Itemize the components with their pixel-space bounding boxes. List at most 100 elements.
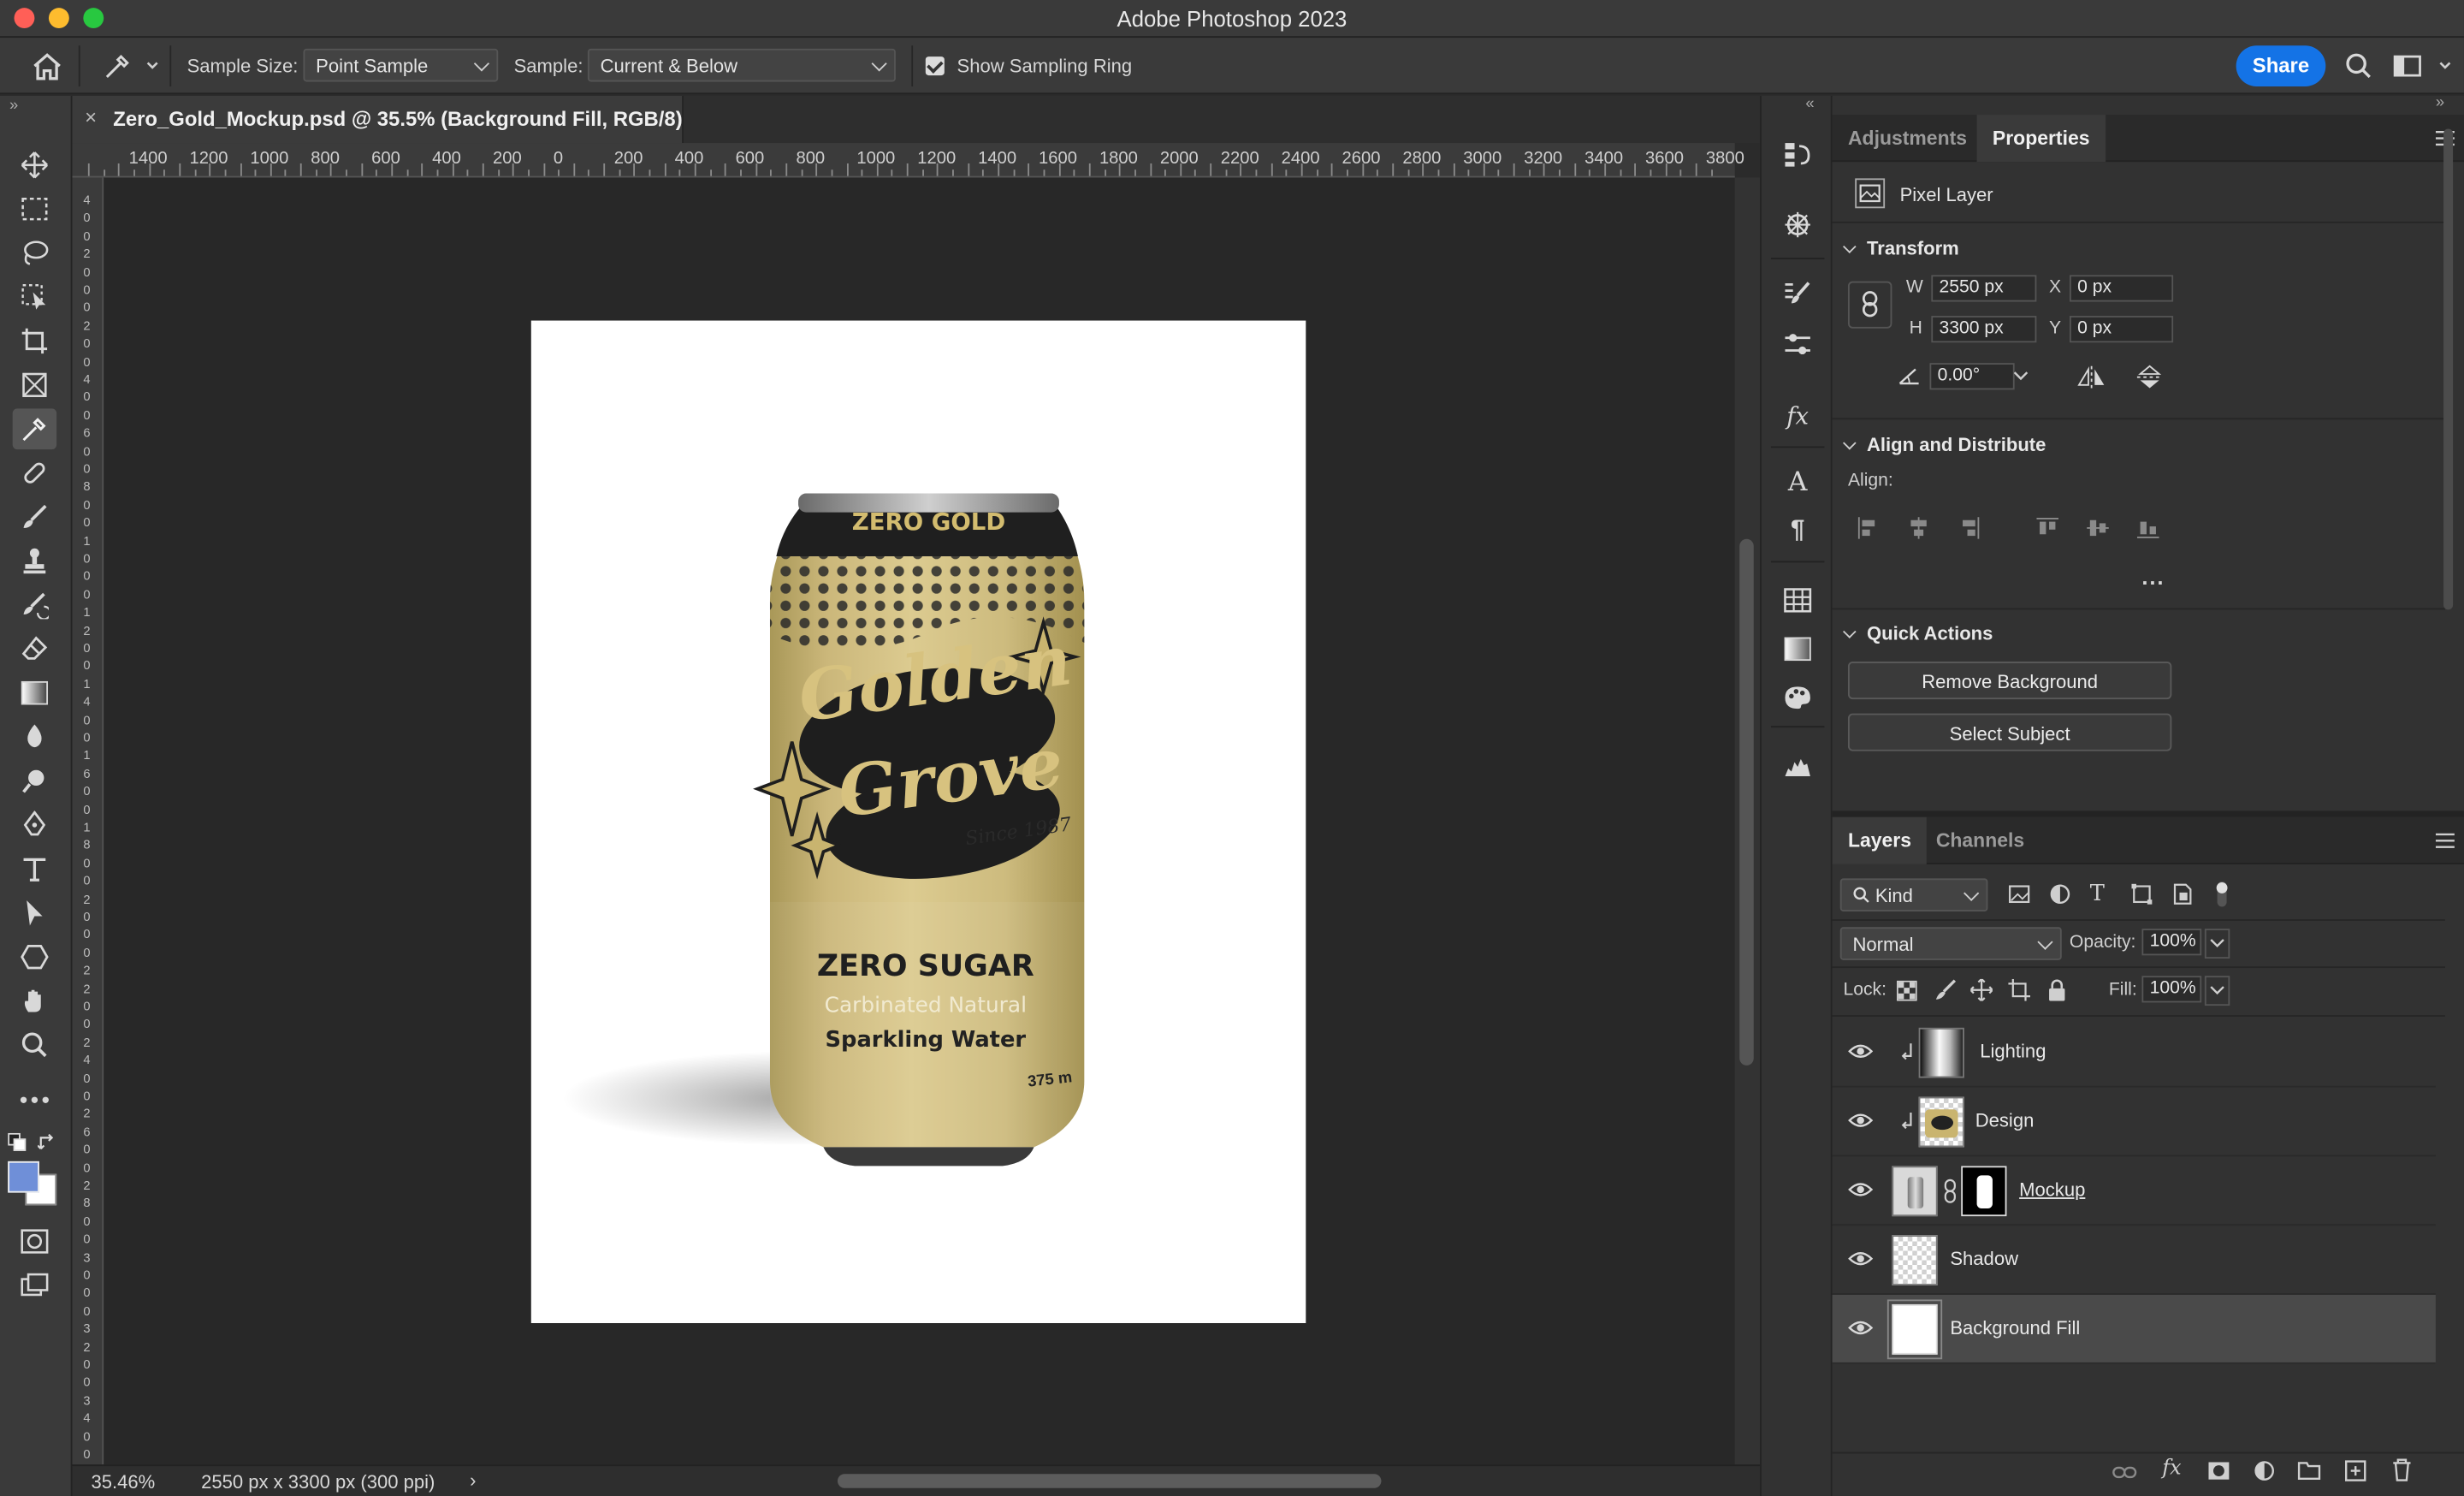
- more-tools-icon[interactable]: [13, 1079, 56, 1120]
- histogram-panel-icon[interactable]: [1779, 750, 1816, 784]
- share-button[interactable]: Share: [2236, 45, 2326, 86]
- new-layer-icon[interactable]: [2344, 1460, 2366, 1487]
- height-field[interactable]: 3300 px: [1931, 316, 2037, 343]
- blend-mode-dropdown[interactable]: Normal: [1839, 927, 2062, 960]
- layer-row-design[interactable]: Design: [1832, 1088, 2436, 1157]
- shape-tool-icon[interactable]: [13, 936, 56, 977]
- workspace-icon[interactable]: [2393, 53, 2455, 83]
- quick-actions-section-header[interactable]: Quick Actions: [1843, 622, 1993, 644]
- fill-dropdown-icon[interactable]: [2204, 976, 2230, 1006]
- document-tab[interactable]: × Zero_Gold_Mockup.psd @ 35.5% (Backgrou…: [72, 96, 684, 144]
- width-field[interactable]: 2550 px: [1931, 275, 2037, 302]
- layer-name[interactable]: Background Fill: [1950, 1317, 2080, 1339]
- search-icon[interactable]: [2344, 52, 2372, 86]
- lock-all-icon[interactable]: [2047, 979, 2066, 1006]
- home-icon[interactable]: [32, 52, 63, 86]
- layer-row-lighting[interactable]: Lighting: [1832, 1018, 2436, 1088]
- flip-vertical-icon[interactable]: [2135, 363, 2164, 396]
- tab-layers[interactable]: Layers: [1832, 816, 1928, 864]
- swap-colors-icon[interactable]: [37, 1133, 56, 1157]
- filter-type-layers-icon[interactable]: T: [2090, 882, 2105, 906]
- lock-position-icon[interactable]: [1969, 978, 1993, 1006]
- foreground-color-swatch[interactable]: [8, 1161, 39, 1193]
- eraser-tool-icon[interactable]: [13, 628, 56, 669]
- align-horizontal-centers-icon[interactable]: [1908, 517, 1930, 543]
- status-menu-arrow-icon[interactable]: ›: [470, 1469, 476, 1492]
- show-sampling-ring-checkbox[interactable]: [925, 56, 945, 76]
- navigator-panel-icon[interactable]: [1779, 207, 1816, 241]
- visibility-eye-icon[interactable]: [1848, 1042, 1874, 1064]
- hand-tool-icon[interactable]: [13, 981, 56, 1022]
- quick-mask-icon[interactable]: [13, 1221, 56, 1262]
- lock-artboard-icon[interactable]: [2008, 978, 2031, 1006]
- eyedropper-preset-icon[interactable]: [101, 50, 163, 86]
- frame-tool-icon[interactable]: [13, 365, 56, 406]
- delete-layer-icon[interactable]: [2391, 1458, 2412, 1487]
- styles-fx-icon[interactable]: fx: [1779, 399, 1816, 433]
- gradient-tool-icon[interactable]: [13, 673, 56, 714]
- sample-dropdown[interactable]: Current & Below: [587, 48, 896, 82]
- gradients-panel-icon[interactable]: [1779, 632, 1816, 666]
- layers-panel-menu-icon[interactable]: [2435, 831, 2455, 853]
- properties-scrollbar[interactable]: [2440, 128, 2455, 821]
- collapse-dock-icon[interactable]: »: [2436, 94, 2444, 111]
- fill-field[interactable]: 100%: [2141, 976, 2202, 1003]
- transform-section-header[interactable]: Transform: [1843, 237, 1959, 259]
- sample-size-dropdown[interactable]: Point Sample: [303, 48, 499, 82]
- visibility-eye-icon[interactable]: [1848, 1180, 1874, 1202]
- layer-name[interactable]: Lighting: [1980, 1040, 2046, 1062]
- screen-mode-icon[interactable]: [13, 1265, 56, 1306]
- eyedropper-tool-icon[interactable]: [12, 408, 57, 450]
- filter-toggle-icon[interactable]: [2214, 878, 2230, 910]
- x-field[interactable]: 0 px: [2069, 275, 2174, 302]
- path-selection-tool-icon[interactable]: [13, 893, 56, 934]
- swatches-palette-icon[interactable]: [1779, 680, 1816, 715]
- brush-tool-icon[interactable]: [13, 496, 56, 537]
- new-adjustment-layer-icon[interactable]: [2254, 1460, 2276, 1487]
- opacity-dropdown-icon[interactable]: [2204, 929, 2230, 959]
- layer-name[interactable]: Design: [1975, 1109, 2035, 1131]
- history-panel-icon[interactable]: [1779, 137, 1816, 171]
- more-align-options-icon[interactable]: ...: [2141, 564, 2165, 589]
- align-right-edges-icon[interactable]: [1958, 517, 1981, 543]
- filter-shape-layers-icon[interactable]: [2131, 883, 2153, 910]
- y-field[interactable]: 0 px: [2069, 316, 2174, 343]
- align-vertical-centers-icon[interactable]: [2087, 517, 2109, 543]
- vertical-scrollbar[interactable]: [1734, 177, 1761, 1465]
- align-top-edges-icon[interactable]: [2036, 517, 2059, 543]
- zoom-tool-icon[interactable]: [13, 1024, 56, 1066]
- layer-row-shadow[interactable]: Shadow: [1832, 1226, 2436, 1295]
- link-dimensions-button[interactable]: [1847, 281, 1892, 329]
- move-tool-icon[interactable]: [13, 145, 56, 186]
- collapse-strip-icon[interactable]: «: [1805, 96, 1814, 113]
- angle-dropdown-icon[interactable]: [2011, 363, 2030, 389]
- lock-transparent-pixels-icon[interactable]: [1896, 980, 1917, 1006]
- filter-adjustment-layers-icon[interactable]: [2049, 883, 2071, 910]
- default-colors-icon[interactable]: [8, 1132, 27, 1157]
- filter-smart-objects-icon[interactable]: [2171, 883, 2194, 910]
- blur-tool-icon[interactable]: [13, 716, 56, 757]
- add-mask-icon[interactable]: [2208, 1462, 2230, 1486]
- remove-background-button[interactable]: Remove Background: [1847, 661, 2172, 700]
- character-panel-icon[interactable]: A: [1779, 465, 1816, 499]
- layer-row-background-fill[interactable]: Background Fill: [1832, 1294, 2436, 1364]
- close-tab-icon[interactable]: ×: [85, 105, 97, 129]
- visibility-eye-icon[interactable]: [1848, 1111, 1874, 1133]
- type-tool-icon[interactable]: [13, 848, 56, 889]
- table-panel-icon[interactable]: [1779, 583, 1816, 617]
- history-brush-tool-icon[interactable]: [13, 585, 56, 626]
- lasso-tool-icon[interactable]: [13, 233, 56, 274]
- align-left-edges-icon[interactable]: [1857, 517, 1880, 543]
- dodge-tool-icon[interactable]: [13, 761, 56, 802]
- mask-link-icon[interactable]: [1944, 1178, 1957, 1208]
- align-bottom-edges-icon[interactable]: [2136, 517, 2159, 543]
- layer-row-mockup[interactable]: Mockup: [1832, 1156, 2436, 1226]
- brush-settings-icon[interactable]: [1779, 276, 1816, 311]
- document-canvas[interactable]: ZERO GOLD Golden Grove Since 1987 ZERO S…: [530, 320, 1306, 1323]
- select-subject-button[interactable]: Select Subject: [1847, 713, 2172, 751]
- link-layers-icon[interactable]: [2112, 1463, 2137, 1485]
- flip-horizontal-icon[interactable]: [2076, 365, 2107, 395]
- new-group-icon[interactable]: [2297, 1460, 2321, 1485]
- healing-brush-tool-icon[interactable]: [13, 453, 56, 494]
- paragraph-panel-icon[interactable]: ¶: [1779, 514, 1816, 548]
